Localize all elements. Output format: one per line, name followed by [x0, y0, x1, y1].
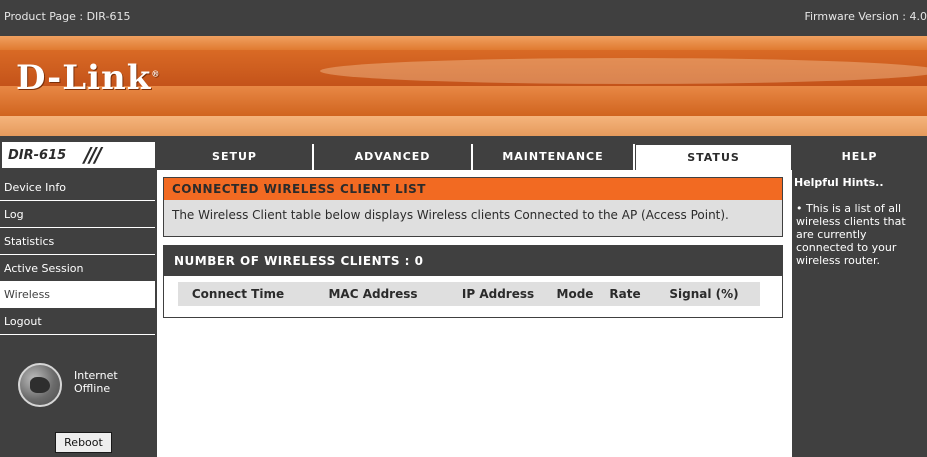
sidebar-item-wireless[interactable]: Wireless	[0, 282, 155, 308]
wireless-clients-table-section: NUMBER OF WIRELESS CLIENTS : 0 Connect T…	[163, 245, 783, 318]
help-panel: Helpful Hints.. • This is a list of all …	[792, 170, 927, 457]
brand-banner: D-Link®	[0, 36, 927, 136]
internet-status: Internet Offline	[74, 369, 118, 395]
sidebar: Device Info Log Statistics Active Sessio…	[0, 170, 157, 457]
internet-globe-icon	[18, 363, 62, 407]
column-header-mac-address: MAC Address	[328, 287, 418, 301]
model-badge: DIR-615 ///	[0, 140, 157, 170]
tab-help[interactable]: HELP	[792, 144, 927, 170]
sidebar-item-logout[interactable]: Logout	[0, 309, 155, 335]
column-header-rate: Rate	[609, 287, 641, 301]
clients-table-header: Connect Time MAC Address IP Address Mode…	[178, 282, 760, 306]
sidebar-item-log[interactable]: Log	[0, 202, 155, 228]
section-title: CONNECTED WIRELESS CLIENT LIST	[164, 178, 782, 200]
main-content: CONNECTED WIRELESS CLIENT LIST The Wirel…	[157, 170, 792, 457]
clients-count-title: NUMBER OF WIRELESS CLIENTS : 0	[164, 246, 782, 276]
sidebar-item-statistics[interactable]: Statistics	[0, 229, 155, 255]
tab-advanced[interactable]: ADVANCED	[314, 144, 471, 170]
reboot-button[interactable]: Reboot	[55, 432, 112, 453]
column-header-ip-address: IP Address	[461, 287, 535, 301]
sidebar-item-device-info[interactable]: Device Info	[0, 175, 155, 201]
sidebar-item-active-session[interactable]: Active Session	[0, 256, 155, 282]
tab-maintenance[interactable]: MAINTENANCE	[473, 144, 633, 170]
section-description: The Wireless Client table below displays…	[172, 208, 729, 222]
logo-text: D-Link	[16, 58, 152, 98]
column-header-mode: Mode	[556, 287, 594, 301]
tab-status[interactable]: STATUS	[635, 144, 792, 170]
slashes-icon: ///	[84, 143, 102, 167]
help-title: Helpful Hints..	[794, 176, 884, 189]
help-hint-text: • This is a list of all wireless clients…	[796, 202, 906, 267]
wireless-client-list-section: CONNECTED WIRELESS CLIENT LIST The Wirel…	[163, 177, 783, 237]
dlink-logo: D-Link®	[16, 58, 160, 98]
column-header-signal: Signal (%)	[669, 287, 739, 301]
column-header-connect-time: Connect Time	[191, 287, 285, 301]
registered-mark-icon: ®	[151, 68, 161, 79]
model-name: DIR-615	[8, 148, 67, 163]
product-page-label: Product Page : DIR-615	[4, 10, 131, 23]
firmware-version-label: Firmware Version : 4.0	[804, 10, 927, 23]
top-bar: Product Page : DIR-615 Firmware Version …	[0, 0, 927, 36]
tab-setup[interactable]: SETUP	[157, 144, 312, 170]
